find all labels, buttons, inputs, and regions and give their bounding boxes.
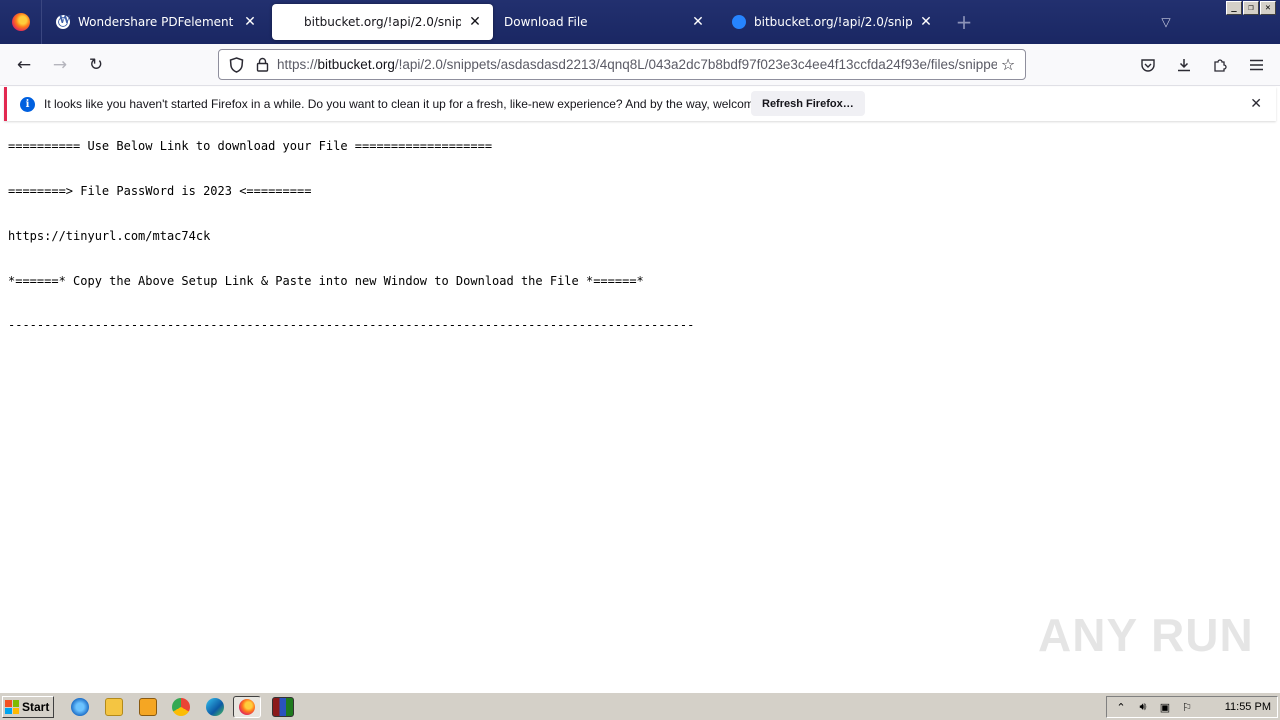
close-tab-icon[interactable]: ✕ (467, 14, 483, 30)
blank-page-icon (282, 15, 296, 29)
edge-icon[interactable] (206, 698, 224, 716)
anyrun-watermark: ANY RUN (1038, 609, 1254, 661)
tab-strip: Wondershare PDFelement Pro 10.1 ✕ bitbuc… (0, 0, 1280, 44)
chrome-icon[interactable] (172, 698, 190, 716)
downloads-icon[interactable] (1170, 52, 1198, 78)
url-text: https://bitbucket.org/!api/2.0/snippets/… (277, 57, 997, 72)
refresh-firefox-notification: i It looks like you haven't started Fire… (4, 87, 1276, 121)
internet-explorer-icon[interactable] (71, 698, 89, 716)
file-explorer-icon[interactable] (105, 698, 123, 716)
content-line: ========> File PassWord is 2023 <=======… (8, 184, 312, 198)
close-tab-icon[interactable]: ✕ (242, 14, 258, 30)
system-tray: ⌃ 🔊︎ ▣ ⚐ 11:55 PM (1106, 696, 1278, 718)
close-window-icon[interactable]: ✕ (1260, 1, 1276, 15)
bookmark-star-icon[interactable]: ☆ (997, 55, 1019, 74)
hamburger-menu-icon[interactable] (1242, 52, 1270, 78)
firefox-menu-button[interactable] (0, 0, 42, 44)
volume-icon[interactable]: 🔊︎ (1135, 701, 1151, 714)
back-arrow-icon[interactable]: ← (10, 52, 38, 78)
content-line: ========== Use Below Link to download yo… (8, 139, 493, 153)
lock-icon[interactable] (253, 56, 271, 74)
close-tab-icon[interactable]: ✕ (690, 14, 706, 30)
tab-bitbucket-active[interactable]: bitbucket.org/!api/2.0/snippets/asdasdas… (272, 4, 493, 40)
window-controls: _ ❐ ✕ (1226, 1, 1276, 15)
action-center-flag-icon[interactable]: ⚐ (1179, 701, 1195, 714)
tab-download-file[interactable]: Download File ✕ (494, 4, 716, 40)
content-line: ----------------------------------------… (8, 318, 695, 332)
forward-arrow-icon[interactable]: → (46, 52, 74, 78)
navigation-toolbar: ← → ↻ https://bitbucket.org/!api/2.0/sni… (0, 44, 1280, 86)
firefox-taskbar-icon[interactable] (233, 696, 261, 718)
tab-wondershare[interactable]: Wondershare PDFelement Pro 10.1 ✕ (46, 4, 268, 40)
wordpress-icon (56, 15, 70, 29)
start-button[interactable]: Start (2, 696, 54, 718)
tab-title: bitbucket.org/!api/2.0/snippets/asdasdas… (304, 15, 461, 29)
reload-icon[interactable]: ↻ (82, 52, 110, 78)
refresh-firefox-button[interactable]: Refresh Firefox… (751, 91, 865, 116)
clock[interactable]: 11:55 PM (1225, 701, 1271, 713)
firefox-logo-icon (11, 13, 30, 31)
tab-title: Wondershare PDFelement Pro 10.1 (78, 15, 236, 29)
list-all-tabs-chevron-icon[interactable]: ▽ (1156, 12, 1176, 32)
tracking-shield-icon[interactable] (227, 56, 245, 74)
network-icon[interactable]: ▣ (1157, 701, 1173, 714)
start-label: Start (22, 700, 50, 714)
bitbucket-icon (732, 15, 746, 29)
show-hidden-icons-chevron[interactable]: ⌃ (1113, 701, 1129, 714)
content-line: https://tinyurl.com/mtac74ck (8, 229, 211, 243)
media-player-icon[interactable] (139, 698, 157, 716)
minimize-icon[interactable]: _ (1226, 1, 1242, 15)
info-icon: i (20, 96, 35, 112)
winrar-icon[interactable] (272, 697, 294, 717)
new-tab-plus-icon[interactable]: + (952, 10, 976, 34)
close-tab-icon[interactable]: ✕ (918, 14, 934, 30)
address-bar[interactable]: https://bitbucket.org/!api/2.0/snippets/… (218, 49, 1026, 80)
content-line: *======* Copy the Above Setup Link & Pas… (8, 274, 644, 288)
tab-bitbucket-2[interactable]: bitbucket.org/!api/2.0/snippets/asdasdas… (722, 4, 944, 40)
tab-title: Download File (504, 15, 588, 29)
close-notification-icon[interactable]: ✕ (1250, 95, 1262, 112)
pocket-icon[interactable] (1134, 52, 1162, 78)
notification-message: It looks like you haven't started Firefo… (44, 97, 793, 111)
restore-icon[interactable]: ❐ (1243, 1, 1259, 15)
windows-taskbar: Start ⌃ 🔊︎ ▣ ⚐ 11:55 PM (0, 692, 1280, 720)
page-content: ========== Use Below Link to download yo… (0, 125, 1280, 692)
windows-logo-icon (5, 700, 19, 714)
tab-title: bitbucket.org/!api/2.0/snippets/asdasdas… (754, 15, 912, 29)
extensions-puzzle-icon[interactable] (1206, 52, 1234, 78)
